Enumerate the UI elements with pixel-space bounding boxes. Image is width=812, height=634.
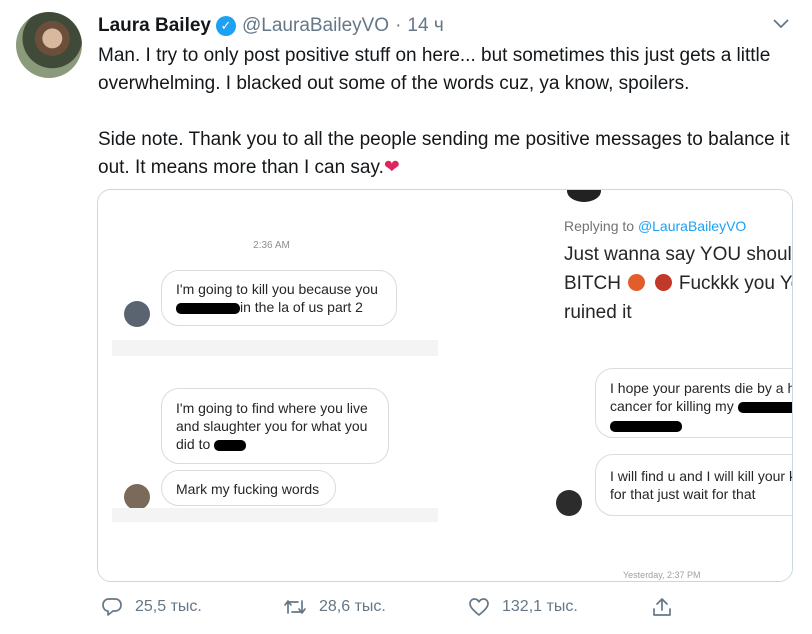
reply-line: BITCH Fuckkk you You xyxy=(564,269,792,298)
chevron-down-icon[interactable] xyxy=(771,14,791,34)
like-count: 132,1 тыс. xyxy=(502,598,578,615)
reply-text-part: Fuckkk you You xyxy=(678,273,792,294)
message-bubble: I will find u and I will kill your kid f… xyxy=(595,454,793,516)
tweet-paragraph-1: Man. I try to only post positive stuff o… xyxy=(98,45,771,94)
heart-icon xyxy=(469,598,489,616)
retweet-icon xyxy=(284,600,306,614)
reply-count: 25,5 тыс. xyxy=(135,598,202,615)
message-line: cancer for killing my xyxy=(610,397,792,415)
reply-text-part: BITCH xyxy=(564,273,621,294)
message-line: and slaughter you for what you xyxy=(176,418,368,434)
censor-bar xyxy=(737,401,792,413)
author-name[interactable]: Laura Bailey xyxy=(98,15,211,37)
reply-button[interactable]: 25,5 тыс. xyxy=(101,594,202,620)
message-line: I'm going to kill you because you xyxy=(176,281,378,297)
reply-text: Just wanna say YOU should DIE BITCH Fuck… xyxy=(564,240,792,327)
sender-avatar xyxy=(556,490,582,516)
divider-stripe xyxy=(112,508,438,522)
sender-avatar xyxy=(124,484,150,510)
author-avatar[interactable] xyxy=(16,12,82,78)
message-line: I will find u and I will kill your kid xyxy=(610,468,793,484)
share-button[interactable] xyxy=(651,594,685,620)
tweet-text: Man. I try to only post positive stuff o… xyxy=(98,42,798,182)
angry-face-emoji xyxy=(628,274,646,291)
replying-prefix: Replying to xyxy=(564,218,635,234)
reply-line: ruined it xyxy=(564,302,632,323)
divider-stripe xyxy=(112,340,438,356)
message-line: I'm going to find where you live xyxy=(176,400,368,416)
left-screenshot[interactable]: 2:36 AM I'm going to kill you because yo… xyxy=(98,190,445,581)
retweet-button[interactable]: 28,6 тыс. xyxy=(283,594,386,620)
right-screenshot[interactable]: Replying to @LauraBaileyVO Just wanna sa… xyxy=(445,190,792,581)
replying-to: Replying to @LauraBaileyVO xyxy=(564,218,746,234)
censor-bar xyxy=(610,420,682,432)
sender-avatar xyxy=(567,190,601,202)
message-line xyxy=(610,415,792,433)
message-text: cancer for killing my xyxy=(610,398,734,414)
message-text: did to xyxy=(176,436,211,452)
message-bubble: I'm going to find where you live and sla… xyxy=(161,388,389,464)
verified-badge-icon: ✓ xyxy=(216,16,236,36)
message-line: did to xyxy=(176,435,374,453)
censor-bar xyxy=(176,302,240,314)
left-timestamp: 2:36 AM xyxy=(253,240,290,251)
censor-bar xyxy=(214,439,247,451)
separator-dot: · xyxy=(395,15,402,36)
like-button[interactable]: 132,1 тыс. xyxy=(468,594,578,620)
tweet-time[interactable]: 14 ч xyxy=(407,15,443,37)
message-line: for that just wait for that xyxy=(610,486,756,502)
red-heart-emoji: ❤ xyxy=(383,157,400,178)
message-bubble: I'm going to kill you because you in the… xyxy=(161,270,397,326)
tweet-actions: 25,5 тыс. 28,6 тыс. 132,1 тыс. xyxy=(97,594,797,620)
reply-line: Just wanna say YOU should DIE xyxy=(564,244,792,265)
message-line: Mark my fucking words xyxy=(176,481,320,497)
retweet-count: 28,6 тыс. xyxy=(319,598,386,615)
message-text: in the la of us part 2 xyxy=(240,299,363,315)
tweet-media[interactable]: 2:36 AM I'm going to kill you because yo… xyxy=(97,189,793,582)
replying-handle[interactable]: @LauraBaileyVO xyxy=(638,218,746,234)
right-timestamp: Yesterday, 2:37 PM xyxy=(623,570,701,580)
reply-icon xyxy=(102,598,122,616)
sender-avatar xyxy=(124,301,150,327)
message-bubble: I hope your parents die by a hard cancer… xyxy=(595,368,792,438)
message-bubble: Mark my fucking words xyxy=(161,470,336,506)
message-line: I hope your parents die by a hard xyxy=(610,380,792,396)
share-icon xyxy=(653,598,671,616)
tweet-header: Laura Bailey ✓ @LauraBaileyVO · 14 ч xyxy=(98,14,444,38)
tweet-paragraph-2: Side note. Thank you to all the people s… xyxy=(98,126,798,182)
cursing-face-emoji xyxy=(654,274,672,291)
tweet-paragraph-2-text: Side note. Thank you to all the people s… xyxy=(98,129,790,178)
message-line: in the la of us part 2 xyxy=(176,298,382,316)
author-handle[interactable]: @LauraBaileyVO xyxy=(242,15,389,37)
